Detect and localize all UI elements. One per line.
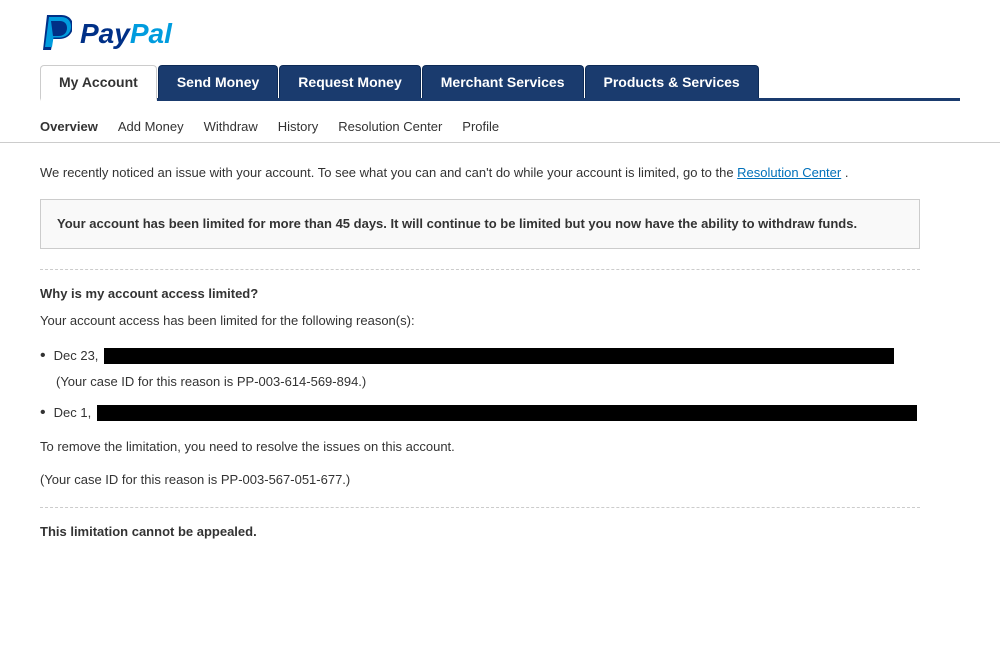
nav-my-account[interactable]: My Account [40,65,157,101]
final-heading: This limitation cannot be appealed. [40,524,920,539]
reason-1-redacted [104,348,894,364]
reason-item-1: Dec 23, [40,344,920,368]
warning-text: Your account has been limited for more t… [57,216,857,231]
nav-send-money[interactable]: Send Money [158,65,278,98]
nav-products-services[interactable]: Products & Services [585,65,759,98]
subnav-add-money[interactable]: Add Money [118,117,184,136]
notice-paragraph: We recently noticed an issue with your a… [40,163,920,183]
warning-box: Your account has been limited for more t… [40,199,920,250]
reason-2-date: Dec 1, [54,403,92,423]
notice-text: We recently noticed an issue with your a… [40,165,737,180]
secondary-nav: Overview Add Money Withdraw History Reso… [0,111,1000,143]
divider-2 [40,507,920,508]
reason-1-date: Dec 23, [54,346,99,366]
case-id-2: (Your case ID for this reason is PP-003-… [40,470,920,491]
reason-item-2: Dec 1, [40,401,920,425]
reason-2-redacted [97,405,917,421]
subnav-resolution-center[interactable]: Resolution Center [338,117,442,136]
paypal-p-icon [40,15,72,53]
notice-text-after: . [845,165,849,180]
reason-item-1-text: Dec 23, [54,346,895,366]
paypal-logo-text: PayPal [80,18,172,50]
divider-1 [40,269,920,270]
subnav-profile[interactable]: Profile [462,117,499,136]
header: PayPal My Account Send Money Request Mon… [0,0,1000,111]
subnav-overview[interactable]: Overview [40,117,98,136]
case-id-1: (Your case ID for this reason is PP-003-… [56,374,920,389]
nav-merchant-services[interactable]: Merchant Services [422,65,584,98]
subnav-history[interactable]: History [278,117,318,136]
reason-item-2-text: Dec 1, [54,403,918,423]
section-heading: Why is my account access limited? [40,286,920,301]
resolution-center-link[interactable]: Resolution Center [737,165,841,180]
main-content: We recently noticed an issue with your a… [0,143,960,569]
primary-nav: My Account Send Money Request Money Merc… [40,65,960,101]
paypal-logo: PayPal [40,15,960,53]
remove-limitation-text: To remove the limitation, you need to re… [40,437,920,458]
nav-request-money[interactable]: Request Money [279,65,420,98]
reason-intro: Your account access has been limited for… [40,311,920,332]
subnav-withdraw[interactable]: Withdraw [204,117,258,136]
